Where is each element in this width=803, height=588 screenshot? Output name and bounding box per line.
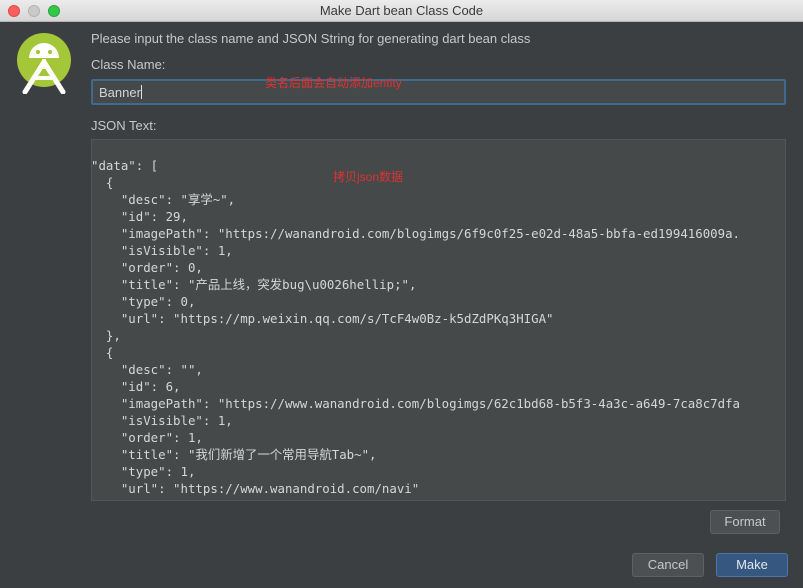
json-line: "id": 6, (91, 379, 181, 394)
json-line: { (91, 345, 114, 360)
class-name-value: Banner (99, 85, 141, 100)
json-line: "desc": "", (91, 362, 203, 377)
json-line: { (91, 175, 114, 190)
json-line: "data": [ (91, 158, 159, 173)
class-name-label: Class Name: (91, 57, 166, 72)
android-studio-icon (17, 33, 71, 94)
json-line: "isVisible": 1, (91, 243, 233, 258)
json-line: "order": 1, (91, 430, 203, 445)
json-line: "type": 0, (91, 294, 196, 309)
json-line: "url": "https://mp.weixin.qq.com/s/TcF4w… (91, 311, 554, 326)
text-caret (140, 85, 142, 99)
json-line: }, (92, 497, 740, 500)
json-line: "imagePath": "https://wanandroid.com/blo… (91, 226, 741, 241)
make-button[interactable]: Make (716, 553, 788, 577)
json-line: }, (91, 328, 121, 343)
json-line: "url": "https://www.wanandroid.com/navi" (91, 481, 420, 496)
instruction-text: Please input the class name and JSON Str… (91, 31, 531, 46)
json-annotation: 拷贝json数据 (333, 170, 404, 184)
class-name-input[interactable]: Banner (91, 79, 786, 105)
json-line: "desc": "享学~", (91, 192, 236, 207)
json-text-area[interactable]: "data": [ { "desc": "享学~", "id": 29, "im… (91, 139, 786, 501)
title-bar: Make Dart bean Class Code (0, 0, 803, 22)
json-line: "title": "我们新增了一个常用导航Tab~", (91, 447, 377, 462)
window-title: Make Dart bean Class Code (319, 3, 484, 18)
json-line: "imagePath": "https://www.wanandroid.com… (91, 396, 741, 411)
json-text-content: "data": [ { "desc": "享学~", "id": 29, "im… (91, 157, 741, 500)
json-line: "type": 1, (91, 464, 196, 479)
json-line: "id": 29, (91, 209, 188, 224)
json-text-label: JSON Text: (91, 118, 157, 133)
json-line: "order": 0, (91, 260, 203, 275)
format-button[interactable]: Format (710, 510, 780, 534)
cancel-button[interactable]: Cancel (632, 553, 704, 577)
json-line: "title": "产品上线，突发bug\u0026hellip;", (91, 277, 417, 292)
json-line: "isVisible": 1, (91, 413, 233, 428)
class-name-annotation: 类名后面会自动添加entity (265, 76, 402, 90)
